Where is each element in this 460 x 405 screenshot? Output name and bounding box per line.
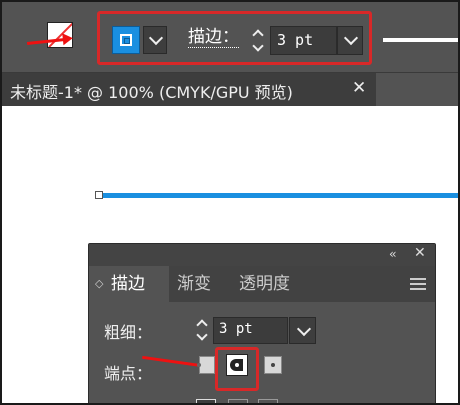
projecting-cap-button[interactable] <box>264 356 282 374</box>
corner-bevel-button[interactable] <box>258 399 278 403</box>
expand-toggle-icon[interactable]: ◇ <box>95 266 103 302</box>
weight-label: 粗细： <box>104 323 153 342</box>
tab-gradient-label: 渐变 <box>177 274 211 294</box>
tab-transparency-label: 透明度 <box>239 274 290 294</box>
document-tab-bar: 未标题-1* @ 100% (CMYK/GPU 预览) ✕ <box>2 72 458 107</box>
tab-gradient[interactable]: 渐变 <box>177 266 227 302</box>
weight-field[interactable]: 3 pt <box>213 317 288 344</box>
control-bar: 描边： 3 pt <box>2 2 458 72</box>
chevron-down-icon <box>296 321 312 337</box>
chevron-down-icon <box>148 30 164 46</box>
stroke-weight-dropdown[interactable] <box>337 26 363 55</box>
projecting-cap-icon <box>271 363 275 367</box>
butt-cap-icon <box>197 363 201 367</box>
stroke-label[interactable]: 描边： <box>188 27 239 48</box>
weight-value: 3 pt <box>219 321 253 337</box>
stroke-weight-stepper[interactable] <box>248 26 268 56</box>
document-tab[interactable]: 未标题-1* @ 100% (CMYK/GPU 预览) ✕ <box>2 73 376 107</box>
document-tab-title: 未标题-1* @ 100% (CMYK/GPU 预览) <box>10 83 293 102</box>
tab-stroke[interactable]: ◇ 描边 <box>89 266 169 302</box>
panel-tabs: ◇ 描边 渐变 透明度 <box>89 266 435 302</box>
round-cap-icon <box>230 359 243 371</box>
close-icon[interactable]: ✕ <box>352 78 366 98</box>
chevron-up-icon <box>252 29 264 41</box>
cap-label: 端点： <box>104 364 153 383</box>
chevron-down-icon <box>252 40 264 52</box>
weight-dropdown[interactable] <box>289 317 316 344</box>
butt-cap-button[interactable] <box>197 356 215 374</box>
anchor-point-handle[interactable] <box>95 191 103 199</box>
stroke-style-preview[interactable] <box>383 38 458 42</box>
chevron-down-icon <box>196 329 208 341</box>
corner-round-button[interactable] <box>228 399 248 403</box>
panel-menu-icon[interactable] <box>410 278 426 290</box>
chevron-down-icon <box>343 30 359 46</box>
stroke-weight-value: 3 pt <box>277 31 314 49</box>
panel-title-bar[interactable]: ‹‹ ✕ <box>89 244 435 266</box>
corner-join-button[interactable] <box>196 399 216 403</box>
app-window: 描边： 3 pt 未标题-1* @ 100% (CMYK/GPU 预览) ✕ ‹… <box>0 0 460 405</box>
collapse-panel-icon[interactable]: ‹‹ <box>389 247 396 261</box>
close-icon[interactable]: ✕ <box>414 245 426 261</box>
panel-next-row-partial <box>88 394 434 403</box>
selected-path-line[interactable] <box>98 193 458 198</box>
tab-transparency[interactable]: 透明度 <box>239 266 309 302</box>
round-cap-button[interactable] <box>226 354 248 376</box>
weight-stepper[interactable] <box>193 318 211 344</box>
tab-stroke-label: 描边 <box>111 274 145 294</box>
stroke-swatch-icon <box>120 34 132 46</box>
stroke-swatch[interactable] <box>112 26 140 54</box>
stroke-swatch-dropdown[interactable] <box>143 26 167 54</box>
stroke-weight-field[interactable]: 3 pt <box>270 26 337 55</box>
